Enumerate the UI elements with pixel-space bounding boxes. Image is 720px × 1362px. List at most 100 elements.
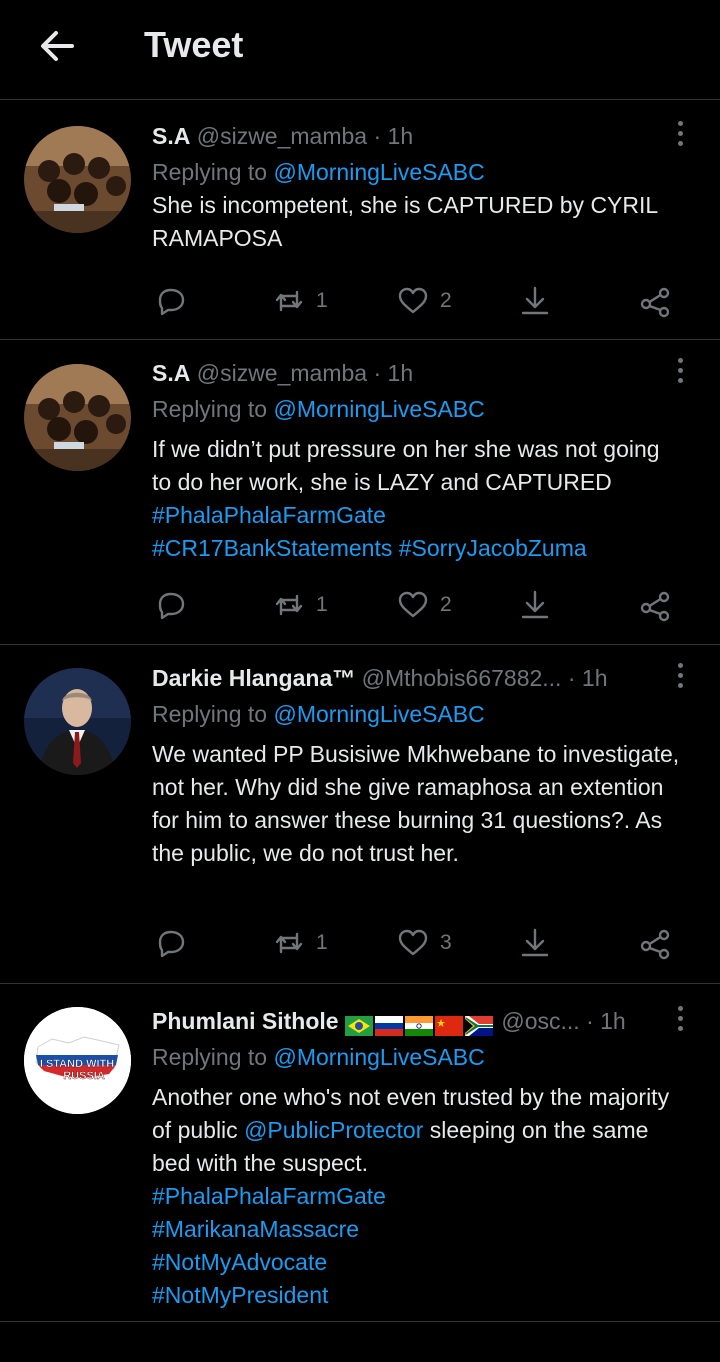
replying-to: Replying to @MorningLiveSABC: [152, 697, 485, 731]
download-icon: [521, 590, 549, 619]
timestamp: 1h: [387, 360, 414, 386]
replying-prefix: Replying to: [152, 159, 274, 185]
like-count: 3: [440, 931, 452, 954]
tweet[interactable]: I STAND WITH RUSSIA Phumlani Sithole @os…: [0, 984, 720, 1322]
timestamp: 1h: [600, 1008, 626, 1034]
tweet[interactable]: S.A @sizwe_mamba · 1h Replying to @Morni…: [0, 101, 720, 340]
mention-link[interactable]: @MorningLiveSABC: [273, 701, 484, 727]
timestamp: 1h: [387, 123, 414, 149]
heart-icon: [398, 591, 428, 618]
hashtag-link[interactable]: #CR17BankStatements: [152, 535, 392, 561]
display-name[interactable]: Darkie Hlangana™: [152, 665, 355, 691]
share-button[interactable]: [638, 923, 672, 963]
mention-link[interactable]: @PublicProtector: [244, 1117, 423, 1143]
tweet-text: She is incompetent, she is CAPTURED by C…: [152, 189, 700, 255]
separator-dot: ·: [586, 1008, 594, 1034]
reply-icon: [158, 930, 185, 958]
retweet-button[interactable]: 1: [272, 281, 328, 321]
tweet-text: We wanted PP Busisiwe Mkhwebane to inves…: [152, 738, 690, 870]
tweet-text: If we didn’t put pressure on her she was…: [152, 433, 660, 565]
replying-to: Replying to @MorningLiveSABC: [152, 155, 485, 189]
replying-to: Replying to @MorningLiveSABC: [152, 1040, 485, 1074]
heart-icon: [398, 929, 428, 956]
avatar[interactable]: [24, 668, 131, 775]
replying-prefix: Replying to: [152, 1044, 274, 1070]
download-icon: [521, 286, 549, 315]
heart-icon: [398, 287, 428, 314]
tweet[interactable]: Darkie Hlangana™ @Mthobis667882... · 1h …: [0, 645, 720, 984]
arrow-left-icon[interactable]: [36, 24, 80, 68]
replying-prefix: Replying to: [152, 396, 274, 422]
replying-prefix: Replying to: [152, 701, 274, 727]
share-icon: [640, 591, 670, 622]
tweet-text-segment: She is incompetent, she is CAPTURED by C…: [152, 192, 658, 251]
display-name[interactable]: S.A: [152, 360, 190, 386]
display-name[interactable]: Phumlani Sithole: [152, 1008, 339, 1034]
avatar-text: I STAND WITH: [40, 1058, 114, 1070]
hashtag-link[interactable]: #NotMyPresident: [152, 1282, 328, 1308]
mention-link[interactable]: @MorningLiveSABC: [273, 1044, 484, 1070]
china-flag-icon: [434, 1015, 463, 1036]
user-handle[interactable]: @sizwe_mamba: [197, 360, 367, 386]
avatar[interactable]: [24, 364, 131, 471]
brazil-flag-icon: [344, 1015, 373, 1036]
like-count: 2: [440, 593, 452, 616]
retweet-count: 1: [316, 931, 328, 954]
page-title: Tweet: [144, 24, 244, 65]
tweet-header: S.A @sizwe_mamba · 1h: [152, 119, 650, 153]
reply-icon: [158, 288, 185, 316]
hashtag-link[interactable]: #SorryJacobZuma: [399, 535, 587, 561]
user-handle[interactable]: @sizwe_mamba: [197, 123, 367, 149]
mention-link[interactable]: @MorningLiveSABC: [273, 159, 484, 185]
more-options-icon[interactable]: [670, 121, 690, 151]
user-handle[interactable]: @Mthobis667882...: [362, 665, 562, 691]
south-africa-flag-icon: [464, 1015, 493, 1036]
flag-emojis: [344, 1007, 495, 1041]
retweet-button[interactable]: 1: [272, 585, 328, 625]
download-button[interactable]: [518, 585, 552, 625]
avatar[interactable]: [24, 126, 131, 233]
avatar-text: RUSSIA: [63, 1070, 105, 1082]
action-bar: 1 3: [152, 923, 672, 963]
india-flag-icon: [404, 1015, 433, 1036]
russia-flag-icon: [374, 1015, 403, 1036]
reply-button[interactable]: [154, 585, 188, 625]
separator-dot: ·: [567, 665, 576, 691]
more-options-icon[interactable]: [670, 663, 690, 693]
display-name[interactable]: S.A: [152, 123, 190, 149]
reply-button[interactable]: [154, 281, 188, 321]
retweet-count: 1: [316, 593, 328, 616]
separator-dot: ·: [373, 360, 382, 386]
action-bar: 1 2: [152, 585, 672, 625]
retweet-button[interactable]: 1: [272, 923, 328, 963]
timestamp: 1h: [581, 665, 608, 691]
share-icon: [640, 929, 670, 960]
mention-link[interactable]: @MorningLiveSABC: [273, 396, 484, 422]
hashtag-link[interactable]: #MarikanaMassacre: [152, 1216, 359, 1242]
like-button[interactable]: 2: [396, 281, 452, 321]
download-button[interactable]: [518, 281, 552, 321]
share-button[interactable]: [638, 281, 672, 321]
share-button[interactable]: [638, 585, 672, 625]
retweet-count: 1: [316, 289, 328, 312]
hashtag-link[interactable]: #PhalaPhalaFarmGate: [152, 1183, 386, 1209]
hashtag-link[interactable]: #PhalaPhalaFarmGate: [152, 502, 386, 528]
tweet-text-segment: If we didn’t put pressure on her she was…: [152, 436, 660, 495]
like-count: 2: [440, 289, 452, 312]
share-icon: [640, 287, 670, 318]
like-button[interactable]: 3: [396, 923, 452, 963]
separator-dot: ·: [373, 123, 382, 149]
reply-button[interactable]: [154, 923, 188, 963]
avatar[interactable]: I STAND WITH RUSSIA: [24, 1007, 131, 1114]
tweet[interactable]: S.A @sizwe_mamba · 1h Replying to @Morni…: [0, 340, 720, 645]
download-button[interactable]: [518, 923, 552, 963]
like-button[interactable]: 2: [396, 585, 452, 625]
action-bar: 1 2: [152, 281, 672, 321]
more-options-icon[interactable]: [670, 358, 690, 388]
user-handle[interactable]: @osc...: [501, 1008, 579, 1034]
reply-icon: [158, 592, 185, 620]
hashtag-link[interactable]: #NotMyAdvocate: [152, 1249, 327, 1275]
tweet-header: Phumlani Sithole @osc... · 1h: [152, 1004, 650, 1041]
top-bar: Tweet: [0, 0, 720, 100]
more-options-icon[interactable]: [670, 1006, 690, 1036]
